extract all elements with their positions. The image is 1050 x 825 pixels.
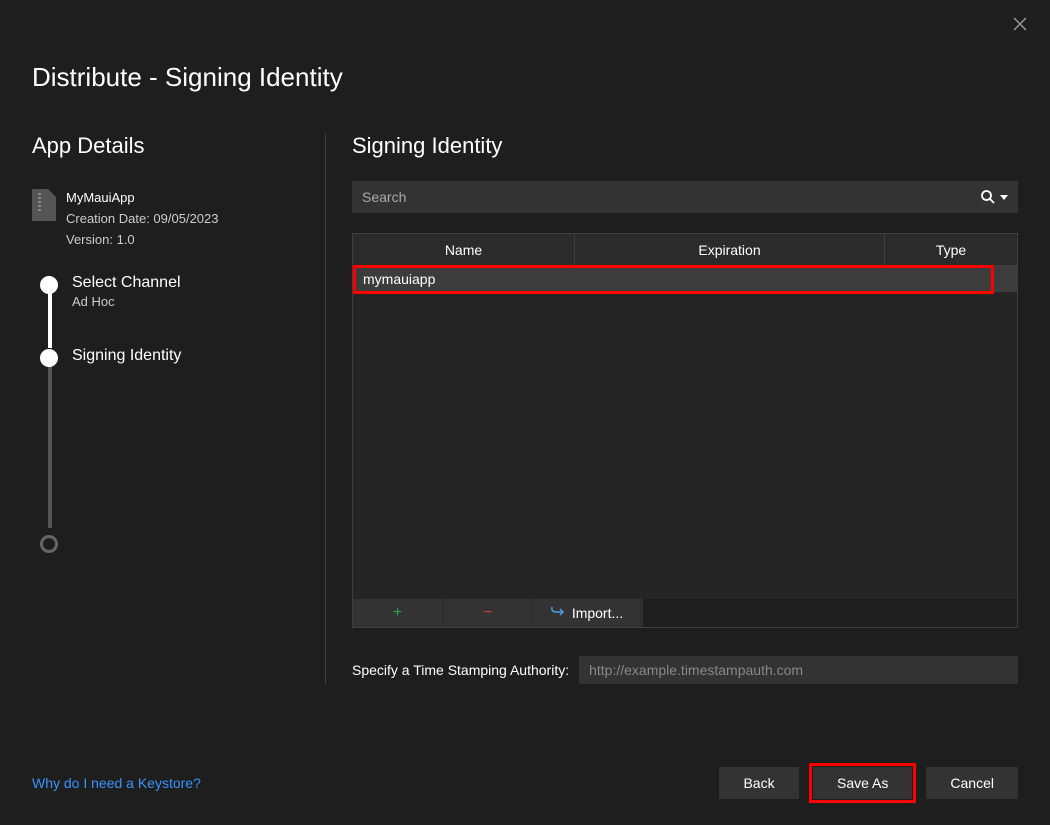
keystore-help-link[interactable]: Why do I need a Keystore? bbox=[32, 775, 201, 791]
search-icon bbox=[980, 189, 996, 205]
remove-identity-button[interactable]: − bbox=[443, 599, 533, 627]
search-dropdown-button[interactable] bbox=[980, 189, 1008, 205]
step-signing-identity[interactable]: Signing Identity bbox=[40, 347, 305, 367]
step-label: Signing Identity bbox=[72, 347, 181, 365]
search-input[interactable] bbox=[362, 189, 980, 205]
step-dot-filled-icon bbox=[40, 276, 58, 294]
import-label: Import... bbox=[572, 605, 623, 621]
step-empty bbox=[40, 535, 305, 553]
cancel-button[interactable]: Cancel bbox=[926, 767, 1018, 799]
column-header-expiration[interactable]: Expiration bbox=[575, 234, 885, 266]
step-dot-current-icon bbox=[40, 349, 58, 367]
step-select-channel[interactable]: Select Channel Ad Hoc bbox=[40, 274, 305, 309]
column-header-type[interactable]: Type bbox=[885, 234, 1017, 266]
timestamp-label: Specify a Time Stamping Authority: bbox=[352, 662, 569, 678]
plus-icon: + bbox=[393, 604, 402, 622]
import-identity-button[interactable]: Import... bbox=[533, 599, 641, 627]
timestamp-input[interactable] bbox=[579, 656, 1018, 684]
main-panel: Signing Identity Name Expiration Type my… bbox=[326, 133, 1018, 684]
table-body: mymauiapp bbox=[353, 266, 1017, 599]
import-arrow-icon bbox=[550, 605, 566, 621]
app-name: MyMauiApp bbox=[66, 187, 219, 208]
identity-table: Name Expiration Type mymauiapp + − bbox=[352, 233, 1018, 628]
table-toolbar: + − Import... bbox=[353, 599, 643, 627]
app-details-heading: App Details bbox=[32, 133, 305, 159]
search-bar bbox=[352, 181, 1018, 213]
wizard-timeline: Select Channel Ad Hoc Signing Identity bbox=[40, 274, 305, 553]
column-header-name[interactable]: Name bbox=[353, 234, 575, 266]
back-button[interactable]: Back bbox=[719, 767, 799, 799]
step-label: Select Channel bbox=[72, 274, 181, 292]
save-as-button[interactable]: Save As bbox=[813, 767, 912, 799]
close-icon bbox=[1013, 17, 1027, 31]
add-identity-button[interactable]: + bbox=[353, 599, 443, 627]
close-button[interactable] bbox=[1010, 14, 1030, 34]
app-block: MyMauiApp Creation Date: 09/05/2023 Vers… bbox=[32, 187, 305, 250]
app-creation-date: Creation Date: 09/05/2023 bbox=[66, 208, 219, 229]
minus-icon: − bbox=[483, 604, 492, 622]
timestamp-row: Specify a Time Stamping Authority: bbox=[352, 656, 1018, 684]
sidebar: App Details MyMauiApp Creation Date: 09/… bbox=[32, 133, 326, 684]
app-version: Version: 1.0 bbox=[66, 229, 219, 250]
table-row[interactable]: mymauiapp bbox=[353, 266, 1017, 292]
cell-name: mymauiapp bbox=[353, 271, 575, 287]
panel-heading: Signing Identity bbox=[352, 133, 1018, 159]
dialog-title: Distribute - Signing Identity bbox=[0, 0, 1050, 93]
step-dot-empty-icon bbox=[40, 535, 58, 553]
chevron-down-icon bbox=[1000, 195, 1008, 200]
step-sublabel: Ad Hoc bbox=[72, 294, 181, 309]
dialog-footer: Why do I need a Keystore? Back Save As C… bbox=[32, 767, 1018, 799]
archive-icon bbox=[32, 189, 56, 221]
